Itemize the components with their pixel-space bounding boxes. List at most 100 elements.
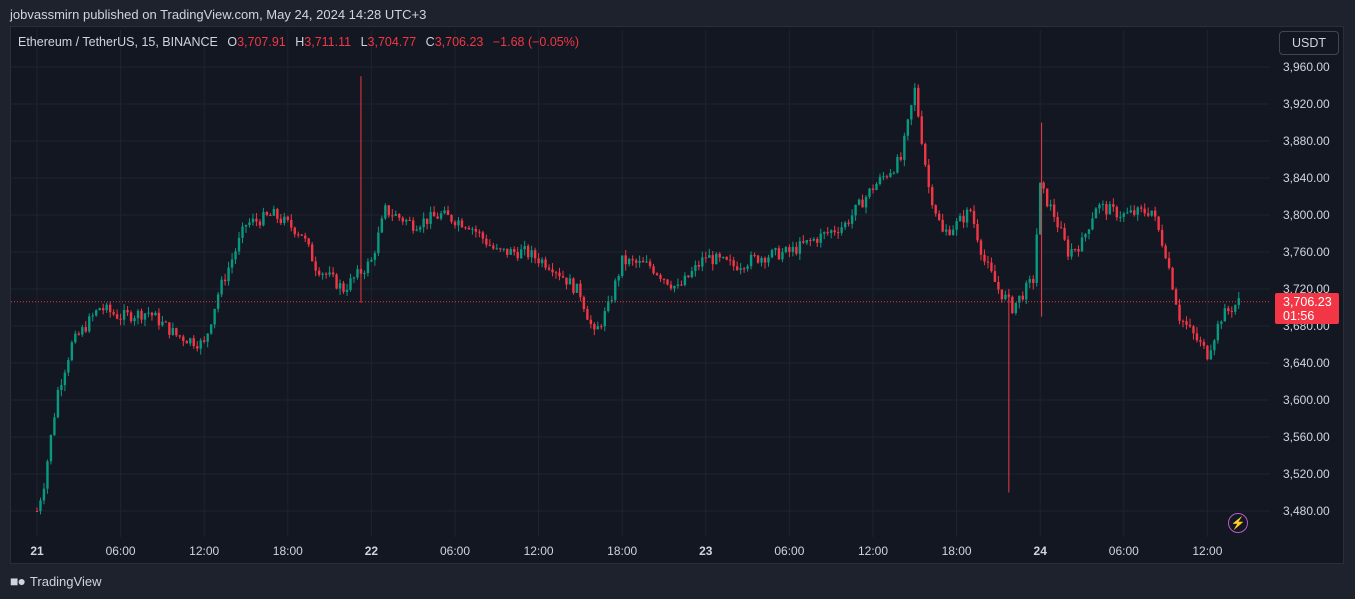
time-tick-label: 18:00 [942, 544, 972, 558]
lightning-icon[interactable]: ⚡ [1228, 513, 1248, 533]
candle-body [286, 216, 289, 220]
price-tick-label: 3,920.00 [1283, 97, 1330, 111]
candle-body [1119, 216, 1122, 218]
candle-body [516, 252, 519, 259]
candle-body [1087, 229, 1091, 234]
currency-button[interactable]: USDT [1279, 31, 1339, 55]
price-tick-label: 3,880.00 [1283, 134, 1330, 148]
candle-body [1230, 311, 1233, 313]
candle-body [955, 221, 958, 230]
candle-body [1035, 234, 1038, 283]
price-tick-label: 3,600.00 [1283, 393, 1330, 407]
price-chart[interactable]: 3,960.00 3,920.00 3,880.00 3,840.00 3,800.00… [0, 0, 1355, 599]
candle-body [659, 274, 662, 279]
candle-body [1150, 210, 1153, 216]
candle-body [753, 254, 756, 256]
candle-body [331, 272, 335, 275]
candle-body [927, 164, 930, 188]
candle-body [701, 257, 704, 267]
time-tick-label: 12:00 [1192, 544, 1222, 558]
candle-body [370, 259, 373, 262]
candle-body [1216, 323, 1220, 341]
candle-body [115, 314, 119, 319]
candle-body [140, 310, 143, 320]
candle-body [1004, 294, 1007, 300]
candle-body [478, 231, 481, 233]
candle-body [1101, 204, 1105, 206]
candle-body [962, 215, 965, 223]
bar-countdown: 01:56 [1283, 309, 1315, 323]
candle-body [1140, 207, 1143, 209]
candle-body [976, 224, 979, 241]
candle-body [1227, 308, 1230, 312]
candle-body [425, 218, 429, 224]
candle-body [958, 215, 962, 222]
candle-body [439, 213, 443, 219]
candle-body [568, 278, 572, 285]
candles [35, 76, 1240, 515]
candle-body [213, 308, 216, 325]
candle-body [1056, 216, 1059, 228]
candle-body [544, 259, 547, 268]
candle-body [641, 260, 645, 263]
candle-body [969, 209, 972, 211]
candle-body [60, 385, 63, 390]
candle-body [460, 220, 464, 228]
candle-body [446, 210, 450, 215]
candle-body [864, 196, 868, 208]
candle-body [387, 205, 391, 216]
candle-body [398, 214, 401, 218]
candle-body [91, 315, 94, 317]
candle-body [802, 241, 805, 243]
candle-body [1167, 258, 1171, 268]
candle-body [941, 219, 944, 232]
candle-body [558, 272, 561, 277]
candle-body [1084, 233, 1087, 238]
candle-body [307, 238, 310, 245]
candle-body [1115, 206, 1119, 218]
candle-body [265, 212, 269, 216]
candle-body [899, 157, 903, 160]
candle-body [1181, 320, 1185, 322]
candle-body [450, 214, 453, 222]
candle-body [98, 308, 101, 311]
candle-body [812, 238, 815, 241]
candle-body [990, 262, 993, 272]
candle-body [283, 216, 286, 224]
candle-body [617, 276, 620, 281]
price-tick-label: 3,760.00 [1283, 245, 1330, 259]
symbol-label[interactable]: Ethereum / TetherUS, 15, BINANCE [18, 35, 218, 49]
candle-body [589, 319, 593, 325]
candle-body [136, 310, 140, 319]
candle-body [725, 256, 728, 260]
candle-body [655, 273, 659, 275]
candle-body [770, 250, 774, 258]
candle-body [244, 225, 248, 227]
candle-body [251, 218, 255, 223]
candle-body [335, 274, 338, 289]
candle-body [485, 238, 488, 245]
candle-body [108, 304, 112, 313]
candle-body [523, 245, 526, 250]
candle-body [101, 308, 105, 311]
candle-body [227, 267, 230, 282]
candle-body [1025, 282, 1028, 300]
candle-body [175, 328, 178, 336]
candle-body [262, 212, 265, 226]
candle-body [621, 255, 624, 277]
footer-brand[interactable]: ■● TradingView [10, 573, 101, 589]
candle-body [471, 228, 474, 230]
candle-body [861, 199, 864, 208]
candle-body [304, 235, 307, 239]
candle-body [171, 328, 175, 335]
candle-body [63, 372, 67, 386]
candle-body [627, 259, 631, 265]
candle-body [1080, 237, 1084, 252]
candle-body [843, 222, 847, 228]
candle-body [1122, 213, 1125, 217]
candle-body [1042, 182, 1045, 189]
last-price-badge: 3,706.23 01:56 [1275, 293, 1339, 324]
candle-body [464, 227, 467, 229]
candle-body [297, 234, 300, 236]
candle-body [840, 227, 843, 233]
